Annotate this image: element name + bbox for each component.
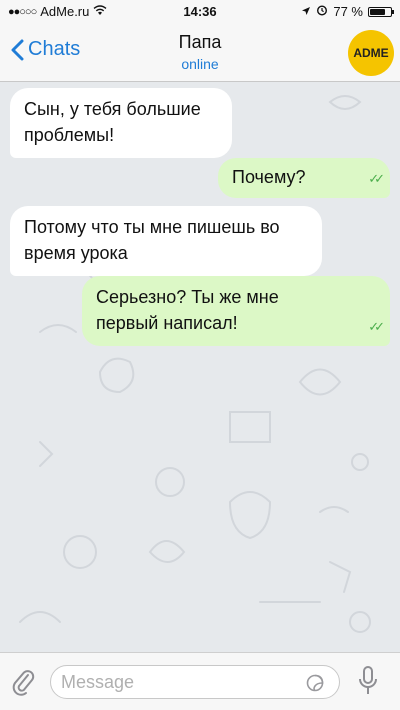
- avatar[interactable]: ADME: [348, 30, 394, 76]
- message-text: Серьезно? Ты же мне первый написал!: [96, 287, 279, 333]
- contact-status: online: [181, 56, 219, 72]
- message-bubble-outgoing[interactable]: Серьезно? Ты же мне первый написал! ✓✓: [82, 276, 390, 346]
- message-text: Потому что ты мне пишешь во время урока: [24, 217, 280, 263]
- microphone-icon: [359, 666, 377, 694]
- read-checkmarks-icon: ✓✓: [368, 319, 385, 334]
- message-bubble-incoming[interactable]: Потому что ты мне пишешь во время урока: [10, 206, 322, 276]
- location-arrow-icon: [301, 4, 311, 19]
- contact-name[interactable]: Папа: [0, 32, 400, 53]
- sticker-icon: [306, 674, 324, 692]
- voice-record-button[interactable]: [358, 665, 378, 702]
- message-input[interactable]: [50, 665, 340, 699]
- sticker-button[interactable]: [306, 674, 324, 697]
- status-bar: ●●○○○ AdMe.ru 14:36 77 %: [0, 0, 400, 22]
- message-bubble-outgoing[interactable]: Почему? ✓✓: [218, 158, 390, 198]
- status-right: 77 %: [301, 4, 394, 19]
- message-composer: [0, 652, 400, 710]
- battery-icon: [368, 6, 394, 17]
- message-text: Почему?: [232, 167, 306, 187]
- chat-area[interactable]: Сын, у тебя большие проблемы! Почему? ✓✓…: [0, 82, 400, 652]
- attach-button[interactable]: [12, 667, 36, 702]
- chat-header: Chats Папа online ADME: [0, 22, 400, 82]
- message-text: Сын, у тебя большие проблемы!: [24, 99, 201, 145]
- battery-percent: 77 %: [333, 4, 363, 19]
- paperclip-icon: [12, 670, 35, 696]
- message-bubble-incoming[interactable]: Сын, у тебя большие проблемы!: [10, 88, 232, 158]
- read-checkmarks-icon: ✓✓: [368, 171, 385, 186]
- alarm-icon: [316, 4, 328, 19]
